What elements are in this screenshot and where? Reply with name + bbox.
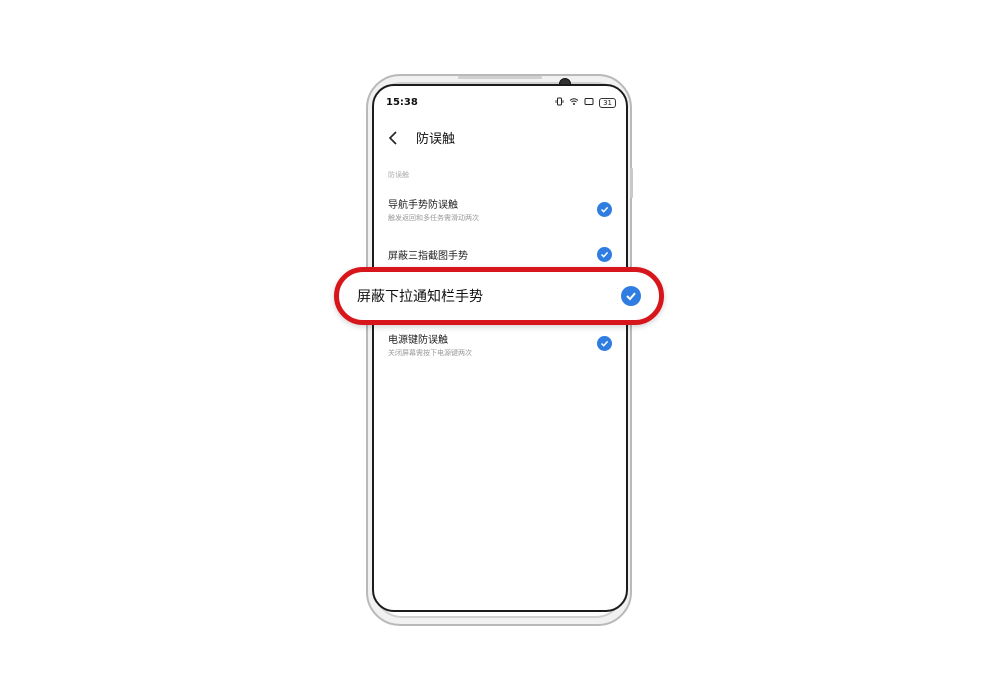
nav-bar: 防误触 xyxy=(388,128,455,147)
checkbox-checked-icon[interactable] xyxy=(597,202,612,217)
status-time: 15:38 xyxy=(386,97,418,108)
setting-title: 导航手势防误触 xyxy=(388,200,458,211)
highlight-label: 屏蔽下拉通知栏手势 xyxy=(357,289,483,305)
page-title: 防误触 xyxy=(416,132,456,147)
setting-title: 屏蔽三指截图手势 xyxy=(388,251,468,262)
setting-item-nav-gesture[interactable]: 导航手势防误触 触发返回和多任务需滑动两次 xyxy=(388,196,612,223)
checkbox-checked-icon[interactable] xyxy=(621,286,641,306)
checkbox-checked-icon[interactable] xyxy=(597,247,612,262)
setting-item-three-finger[interactable]: 屏蔽三指截图手势 xyxy=(388,247,612,262)
setting-item-power-key[interactable]: 电源键防误触 关闭屏幕需按下电源键两次 xyxy=(388,331,612,358)
setting-subtitle: 触发返回和多任务需滑动两次 xyxy=(388,214,479,222)
vibrate-icon xyxy=(555,97,564,109)
status-icons: 31 xyxy=(555,97,616,109)
checkbox-checked-icon[interactable] xyxy=(597,336,612,351)
phone-screen: 15:38 31 防误触 防误触 导航手势防误触 触发返回和多任务需滑动两次 屏… xyxy=(372,84,628,612)
screen-icon xyxy=(584,97,594,109)
chevron-left-icon[interactable] xyxy=(388,129,410,147)
battery-icon: 31 xyxy=(599,98,616,108)
highlight-callout: 屏蔽下拉通知栏手势 xyxy=(334,267,664,325)
section-title: 防误触 xyxy=(388,171,409,179)
earpiece-speaker xyxy=(458,76,542,79)
setting-subtitle: 关闭屏幕需按下电源键两次 xyxy=(388,349,472,357)
wifi-icon xyxy=(569,97,579,109)
side-button xyxy=(630,168,633,198)
setting-title: 电源键防误触 xyxy=(388,335,448,346)
